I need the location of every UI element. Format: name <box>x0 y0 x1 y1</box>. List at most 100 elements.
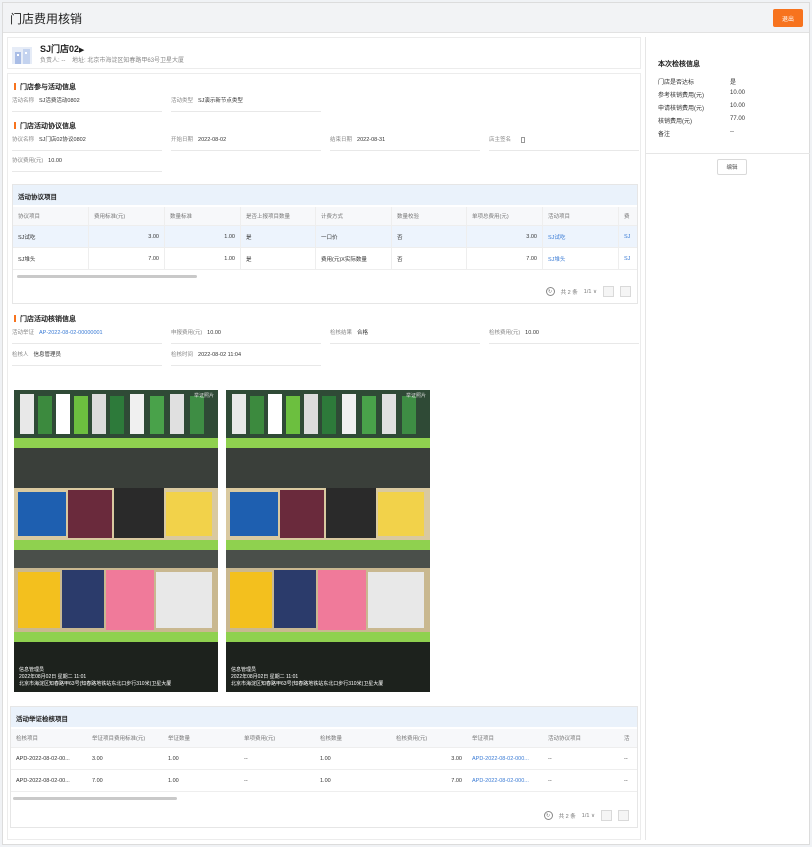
column-header: 活 <box>624 736 630 742</box>
table-cell: 一口价 <box>316 226 392 247</box>
table-cell: 3.00 <box>89 226 165 247</box>
store-header: SJ门店02▶ 负责人: -- 地址: 北京市海淀区知春路甲63号卫星大厦 <box>7 37 641 69</box>
owner-signature-field: 店主签名 <box>489 135 639 151</box>
checker-field: 检核人 信息管理员 <box>12 350 162 366</box>
table-cell-link[interactable]: SJ <box>619 248 639 269</box>
agreement-name-field: 协议名称 SJ门店02协议0802 <box>12 135 162 151</box>
column-header: 数量校验 <box>392 207 467 225</box>
table-header-row: 检核项目 举证项目费用标准(元) 举证数量 单项费用(元) 检核数量 检核费用(元) 举证项… <box>11 729 637 748</box>
refresh-icon[interactable]: ↻ <box>543 811 553 820</box>
pager-total: 共 2 条 <box>560 289 578 296</box>
page-select[interactable]: 1/1 ∨ <box>582 813 595 819</box>
next-page-button[interactable] <box>620 286 631 297</box>
proof-photo-2[interactable]: 举证照片 信息管理员 2022年08月02日 星期二 11:01 北京市海淀区知… <box>226 390 430 692</box>
proof-items-pager: ↻ 共 2 条 1/1 ∨ <box>543 810 629 821</box>
table-cell: 7.00 <box>89 248 165 269</box>
table-cell: APD-2022-08-02-00... <box>16 777 70 784</box>
table-row[interactable]: SJ堆头 7.00 1.00 是费用(元)X实际数量否 7.00 SJ堆头 SJ <box>13 248 637 270</box>
table-row[interactable]: APD-2022-08-02-00... 3.00 1.00 -- 1.00 3.00 AP… <box>11 748 637 770</box>
proof-items-title: 活动举证检核项目 <box>11 707 637 727</box>
table-cell: 1.00 <box>320 755 331 762</box>
check-fee-field: 检核费用(元) 10.00 <box>489 328 639 344</box>
activity-type-field: 活动类型 SJ演示新节点类型 <box>171 96 321 112</box>
sidebar-field: 申请核销费用(元) 10.00 <box>658 103 746 112</box>
exit-button[interactable]: 退出 <box>773 9 803 27</box>
writeoff-section-title: 门店活动核销信息 <box>14 314 76 324</box>
table-cell: 1.00 <box>168 777 179 784</box>
table-cell: 1.00 <box>168 755 179 762</box>
column-header: 检核数量 <box>320 736 343 742</box>
edit-button[interactable]: 编辑 <box>717 159 747 175</box>
next-page-button[interactable] <box>618 810 629 821</box>
table-cell: 3.00 <box>451 755 462 762</box>
table-cell: 3.00 <box>92 755 103 762</box>
page-select[interactable]: 1/1 ∨ <box>584 289 597 295</box>
sidebar-field: 门店是否达标是 <box>658 80 737 86</box>
table-cell: 费用(元)X实际数量 <box>316 248 392 269</box>
agreement-items-pager: ↻ 共 2 条 1/1 ∨ <box>545 286 631 297</box>
agreement-end-field: 结束日期 2022-08-31 <box>330 135 480 151</box>
table-cell-link[interactable]: SJ堆头 <box>543 248 619 269</box>
prev-page-button[interactable] <box>601 810 612 821</box>
voucher-link[interactable]: AP-2022-08-02-00000001 <box>39 330 103 336</box>
photo-tag: 举证照片 <box>405 393 426 399</box>
horizontal-scrollbar[interactable] <box>13 797 177 800</box>
app-window: 门店费用核销 退出 SJ门店02▶ 负责人: -- 地址: 北京市海淀区知春路甲… <box>2 2 810 845</box>
table-cell: 3.00 <box>467 226 543 247</box>
sidebar-field: 参考核销费用(元) 10.00 <box>658 90 746 99</box>
pager-total: 共 2 条 <box>558 813 576 820</box>
table-cell: SJ试吃 <box>13 226 89 247</box>
table-row[interactable]: SJ试吃 3.00 1.00 是一口价否 3.00 SJ试吃 SJ <box>13 226 637 248</box>
table-cell: 否 <box>392 226 467 247</box>
photo-caption: 信息管理员 2022年08月02日 星期二 11:01 北京市海淀区知春路甲63… <box>231 667 384 687</box>
activity-section-title: 门店参与活动信息 <box>14 82 76 92</box>
column-header: 计费方式 <box>316 207 392 225</box>
proof-photo-1[interactable]: 举证照片 信息管理员 2022年08月02日 星期二 11:01 北京市海淀区知… <box>14 390 218 692</box>
column-header: 活动项目 <box>543 207 619 225</box>
sidebar-field: 核销费用(元) 77.00 <box>658 116 746 125</box>
sidebar-field: 备注 -- <box>658 129 734 138</box>
table-cell-link[interactable]: SJ试吃 <box>543 226 619 247</box>
refresh-icon[interactable]: ↻ <box>545 287 555 296</box>
table-cell: 7.00 <box>451 777 462 784</box>
table-cell: -- <box>244 755 248 762</box>
table-header-row: 协议项目 费用标准(元) 数量标准 是否上报项目数量 计费方式 数量校验 单项总费用(元) 活… <box>13 207 637 226</box>
table-cell-link[interactable]: SJ <box>619 226 639 247</box>
page-title: 门店费用核销 <box>10 12 83 26</box>
column-header: 单项总费用(元) <box>467 207 543 225</box>
table-cell: -- <box>624 755 628 762</box>
proof-items-card: 活动举证检核项目 检核项目 举证项目费用标准(元) 举证数量 单项费用(元) 检核数量检… <box>10 706 638 828</box>
caret-right-icon: ▶ <box>79 47 85 54</box>
table-cell: 7.00 <box>467 248 543 269</box>
column-header: 数量标准 <box>165 207 241 225</box>
main-panel: SJ门店02▶ 负责人: -- 地址: 北京市海淀区知春路甲63号卫星大厦 门店… <box>7 37 641 840</box>
table-cell: -- <box>624 777 628 784</box>
table-cell: -- <box>244 777 248 784</box>
table-cell: APD-2022-08-02-00... <box>16 755 70 762</box>
table-cell: 7.00 <box>92 777 103 784</box>
table-cell-link[interactable]: APD-2022-08-02-000... <box>467 770 543 791</box>
column-header: 举证数量 <box>168 736 191 742</box>
prev-page-button[interactable] <box>603 286 614 297</box>
content-block: 门店参与活动信息 活动名称 SJ活费活动0802 活动类型 SJ演示新节点类型 门店… <box>7 73 641 840</box>
column-header: 是否上报项目数量 <box>241 207 316 225</box>
table-cell-link[interactable]: APD-2022-08-02-000... <box>467 748 543 769</box>
column-header: 单项费用(元) <box>244 736 276 742</box>
agreement-fee-field: 协议费用(元) 10.00 <box>12 156 162 172</box>
inspection-sidebar: 本次检核信息 门店是否达标是参考核销费用(元) 10.00 申请核销费用(元) 10.… <box>645 37 810 840</box>
column-header: 费用标准(元) <box>89 207 165 225</box>
store-icon <box>12 47 32 64</box>
column-header: 举证项目 <box>472 736 495 742</box>
table-row[interactable]: APD-2022-08-02-00... 7.00 1.00 -- 1.00 7.00 AP… <box>11 770 637 792</box>
column-header: 检核项目 <box>16 736 39 742</box>
table-cell: 否 <box>392 248 467 269</box>
sidebar-title: 本次检核信息 <box>658 61 700 68</box>
declared-fee-field: 申报费用(元) 10.00 <box>171 328 321 344</box>
check-result-field: 检核结果 合格 <box>330 328 480 344</box>
horizontal-scrollbar[interactable] <box>17 275 197 278</box>
store-name: SJ门店02▶ <box>40 44 85 54</box>
column-header: 费 <box>624 214 630 220</box>
shelf-photo-image <box>226 390 430 692</box>
signature-image-icon[interactable] <box>521 136 526 143</box>
check-time-field: 检核时间 2022-08-02 11:04 <box>171 350 321 366</box>
